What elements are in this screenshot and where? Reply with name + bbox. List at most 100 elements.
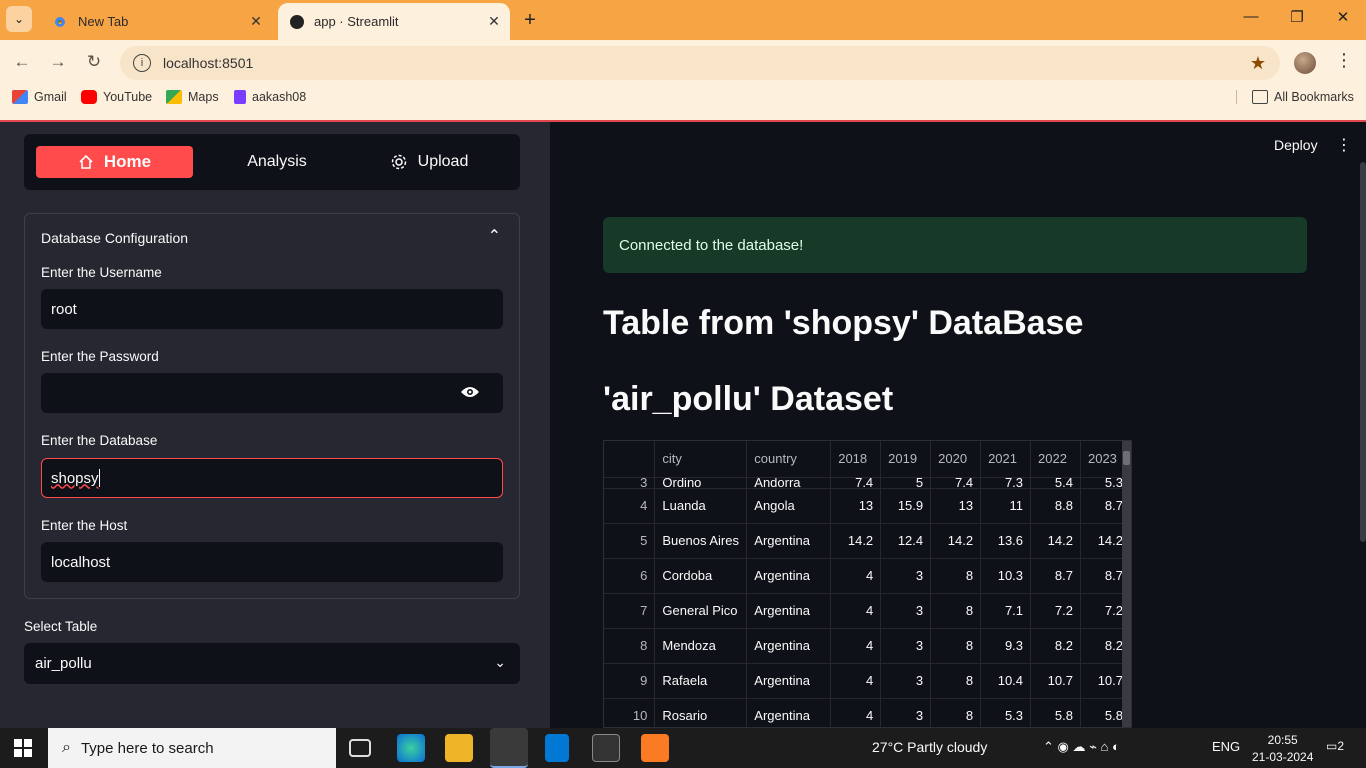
table-cell[interactable]: 8 [930,558,982,594]
chevron-down-icon[interactable]: ⌄ [494,654,506,671]
bookmark-gmail[interactable]: Gmail [12,90,67,104]
taskbar-search[interactable]: ⌕ Type here to search [48,728,336,768]
table-cell[interactable]: 8 [930,698,982,727]
table-cell[interactable]: Argentina [746,558,832,594]
scroll-thumb[interactable] [1123,451,1130,465]
column-header[interactable]: 2019 [880,441,932,478]
table-cell[interactable]: 3 [880,558,932,594]
new-tab-plus-icon[interactable]: + [520,9,540,32]
minimize-icon[interactable]: — [1236,8,1266,25]
table-cell[interactable]: 11 [980,488,1032,524]
row-index[interactable]: 5 [604,523,656,559]
row-index[interactable]: 7 [604,593,656,629]
table-cell[interactable]: 8 [930,628,982,664]
table-cell[interactable]: Rosario [654,698,748,727]
table-cell[interactable]: 7.4 [930,477,982,489]
bookmark-youtube[interactable]: YouTube [81,90,152,104]
table-cell[interactable]: Argentina [746,698,832,727]
column-header[interactable]: 2020 [930,441,982,478]
bookmark-star-icon[interactable]: ★ [1250,53,1266,74]
column-header[interactable]: city [654,441,748,478]
table-cell[interactable]: Argentina [746,663,832,699]
nav-upload[interactable]: Upload [354,146,504,178]
table-cell[interactable]: 4 [830,698,882,727]
browser-menu-icon[interactable]: ⋮ [1334,50,1354,71]
chrome-taskbar-icon[interactable] [490,728,528,768]
table-cell[interactable]: 13.6 [980,523,1032,559]
table-cell[interactable]: 5.4 [1030,477,1081,489]
table-cell[interactable]: 3 [880,628,932,664]
nav-home[interactable]: Home [36,146,193,178]
row-index[interactable]: 6 [604,558,656,594]
file-explorer-icon[interactable] [445,734,473,762]
column-header[interactable]: 2022 [1030,441,1081,478]
table-cell[interactable]: 3 [880,663,932,699]
host-field[interactable]: localhost [41,542,503,582]
row-index[interactable]: 8 [604,628,656,664]
notification-icon[interactable]: ▭2 [1326,739,1344,753]
table-cell[interactable]: Rafaela [654,663,748,699]
table-cell[interactable]: 3 [880,698,932,727]
all-bookmarks[interactable]: All Bookmarks [1236,90,1354,104]
table-cell[interactable]: Cordoba [654,558,748,594]
reload-icon[interactable]: ↻ [83,52,105,72]
bookmark-aakash08[interactable]: aakash08 [234,90,306,104]
table-cell[interactable]: 10.3 [980,558,1032,594]
table-cell[interactable]: Argentina [746,593,832,629]
table-cell[interactable]: 14.2 [930,523,982,559]
eye-icon[interactable] [460,385,480,399]
table-cell[interactable]: 8.2 [1030,628,1081,664]
table-cell[interactable]: 4 [830,663,882,699]
table-cell[interactable]: 15.9 [880,488,932,524]
tab-search-button[interactable]: ⌄ [6,6,32,32]
row-index[interactable]: 10 [604,698,656,727]
table-cell[interactable]: 4 [830,558,882,594]
table-cell[interactable]: Andorra [746,477,832,489]
table-cell[interactable]: Luanda [654,488,748,524]
table-cell[interactable]: 10.7 [1030,663,1081,699]
close-icon[interactable]: ✕ [246,13,266,30]
table-cell[interactable]: 12.4 [880,523,932,559]
table-select[interactable]: air_pollu ⌄ [24,643,520,684]
nav-analysis[interactable]: Analysis [207,146,347,178]
language-indicator[interactable]: ENG [1212,739,1240,754]
table-cell[interactable]: 7.3 [980,477,1032,489]
table-cell[interactable]: Argentina [746,523,832,559]
tab-streamlit[interactable]: app · Streamlit ✕ [278,3,510,40]
table-cell[interactable]: Mendoza [654,628,748,664]
clock[interactable]: 20:55 21-03-2024 [1252,732,1313,766]
column-header[interactable]: 2021 [980,441,1032,478]
table-cell[interactable]: 13 [930,488,982,524]
table-cell[interactable]: 14.2 [1030,523,1081,559]
weather-widget[interactable]: 27°C Partly cloudy [872,739,987,755]
table-cell[interactable]: 5 [880,477,932,489]
table-cell[interactable]: 4 [830,593,882,629]
table-cell[interactable]: 9.3 [980,628,1032,664]
table-cell[interactable]: Angola [746,488,832,524]
table-cell[interactable]: 8 [930,593,982,629]
tray-icons[interactable]: ⌃ ◉ ☁ ⌁ ⌂ ◐ [1043,739,1120,755]
task-view-icon[interactable] [349,739,371,757]
table-cell[interactable]: 3 [880,593,932,629]
table-cell[interactable]: 5.8 [1030,698,1081,727]
app-menu-icon[interactable]: ⋮ [1336,135,1352,155]
database-field[interactable]: shopsy [41,458,503,498]
windows-start-icon[interactable] [14,739,32,757]
username-field[interactable]: root [41,289,503,329]
row-index[interactable]: 9 [604,663,656,699]
forward-arrow-icon[interactable]: → [47,52,69,72]
page-scrollbar[interactable] [1360,162,1366,542]
window-close-icon[interactable]: ✕ [1328,8,1358,26]
tab-new-tab[interactable]: New Tab ✕ [40,3,272,40]
back-arrow-icon[interactable]: ← [11,52,33,72]
vscode-icon[interactable] [545,734,569,762]
expander-title[interactable]: Database Configuration [41,230,188,246]
dataframe[interactable]: city country 2018 2019 2020 2021 2022 20… [603,440,1132,728]
table-cell[interactable]: 8.7 [1030,558,1081,594]
table-cell[interactable]: 7.2 [1030,593,1081,629]
table-cell[interactable]: General Pico [654,593,748,629]
terminal-icon[interactable] [592,734,620,762]
table-cell[interactable]: 8.8 [1030,488,1081,524]
table-cell[interactable]: Ordino [654,477,748,489]
chevron-up-icon[interactable]: ⌃ [488,226,501,246]
